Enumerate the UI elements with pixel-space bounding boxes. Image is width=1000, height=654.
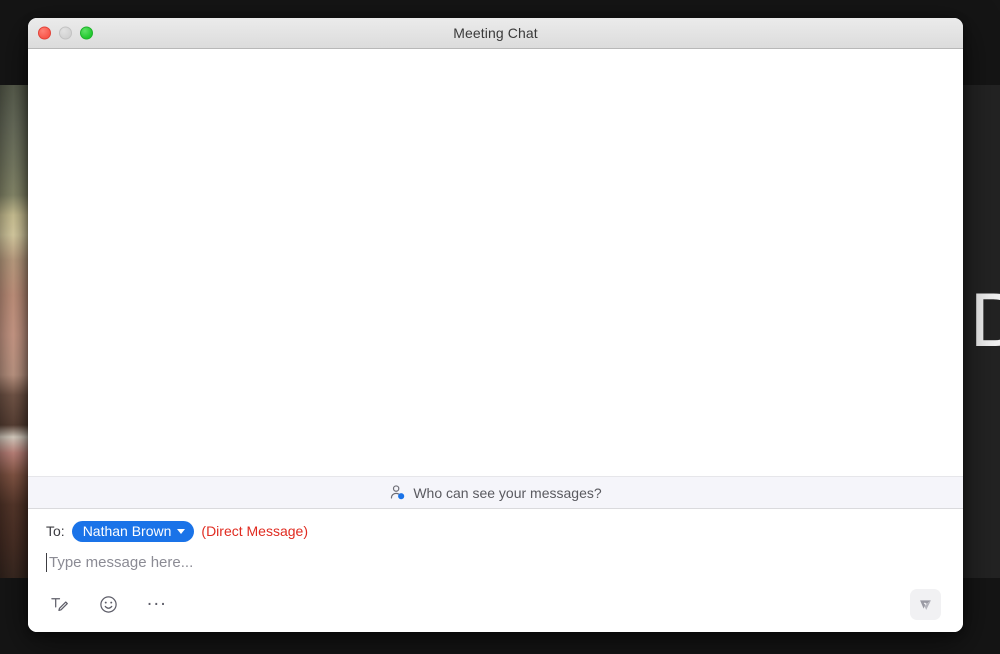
format-text-icon [50,597,68,611]
window-titlebar[interactable]: Meeting Chat [28,18,963,49]
recipient-name: Nathan Brown [82,522,172,539]
text-caret [46,553,47,572]
more-options-label: ... [146,589,168,610]
participant-video-tile[interactable] [0,85,30,578]
window-controls [38,26,93,40]
close-button-icon[interactable] [38,26,51,40]
message-composer: To: Nathan Brown (Direct Message) Type m… [28,509,963,576]
send-paper-plane-icon [920,599,931,610]
meeting-chat-window: Meeting Chat Who can see your messages? … [28,18,963,632]
message-input[interactable]: Type message here... [46,552,945,576]
composer-toolbar: ... [28,576,963,632]
participant-avatar-tile[interactable]: D [962,85,1000,578]
avatar-initial: D [970,278,1000,363]
window-title: Meeting Chat [453,25,538,41]
message-input-placeholder: Type message here... [49,554,194,571]
minimize-button-icon[interactable] [59,26,72,40]
chevron-down-icon [177,528,186,534]
emoji-smiley-icon [99,595,117,613]
more-options-button[interactable]: ... [144,589,170,617]
person-privacy-icon [391,485,405,500]
recipient-row: To: Nathan Brown (Direct Message) [46,520,945,542]
privacy-notice-bar[interactable]: Who can see your messages? [28,476,963,509]
to-label: To: [46,523,65,539]
privacy-notice-label: Who can see your messages? [413,484,602,501]
composer-toolbar-left: ... [46,589,170,617]
emoji-button[interactable] [95,591,121,617]
send-button[interactable] [910,588,941,620]
direct-message-tag: (Direct Message) [201,523,308,539]
chat-message-list[interactable] [28,49,963,476]
recipient-selector[interactable]: Nathan Brown [71,520,195,542]
format-text-button[interactable] [46,591,72,617]
zoom-button-icon[interactable] [80,26,93,40]
